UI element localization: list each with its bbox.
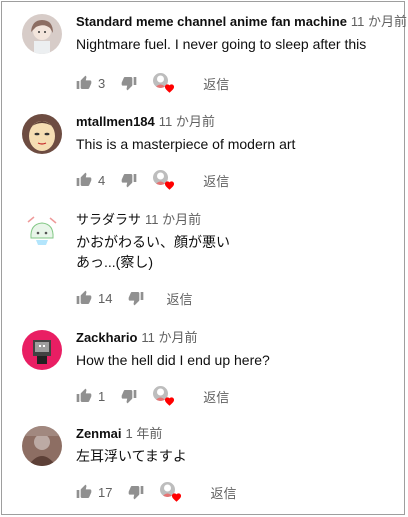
avatar-photo-icon[interactable] <box>22 426 62 466</box>
comment-text-line: かおがわるい、顔が悪い <box>76 234 230 250</box>
thumb-down-icon <box>121 390 137 404</box>
comment-author[interactable]: Zackhario <box>76 330 137 345</box>
reply-button[interactable]: 返信 <box>203 387 229 406</box>
comment-actions: 14 返信 <box>76 288 192 308</box>
thumb-down-icon <box>129 486 144 500</box>
dislike-button[interactable] <box>121 75 137 91</box>
comment-text-line: This is a masterpiece of modern art <box>76 136 296 152</box>
creator-heart-icon <box>160 482 182 502</box>
thumb-down-icon <box>129 292 144 306</box>
like-button[interactable] <box>76 484 92 500</box>
thumb-up-icon <box>76 75 92 89</box>
avatar-chibi-drawing-icon[interactable] <box>22 212 62 252</box>
like-count: 4 <box>98 172 106 188</box>
like-count: 14 <box>98 290 113 306</box>
reply-button[interactable]: 返信 <box>203 74 229 93</box>
comments-panel: Standard meme channel anime fan machine 1… <box>1 1 407 515</box>
creator-heart-icon <box>153 73 175 93</box>
dislike-button[interactable] <box>128 290 144 306</box>
avatar-red-robot-icon[interactable] <box>22 330 62 370</box>
comment-text: 左耳浮いてますよ <box>76 446 396 466</box>
comment-timestamp[interactable]: 11 か月前 <box>351 14 407 29</box>
comment-timestamp[interactable]: 11 か月前 <box>145 212 201 227</box>
like-button[interactable] <box>76 172 92 188</box>
like-button[interactable] <box>76 75 92 91</box>
comment-timestamp[interactable]: 1 年前 <box>126 426 163 441</box>
thumb-up-icon <box>76 290 92 304</box>
comment-actions: 3 返信 <box>76 73 229 93</box>
comment-text-line: あっ...(察し) <box>76 254 153 270</box>
comment-text: かおがわるい、顔が悪い あっ...(察し) <box>76 232 396 272</box>
comment-author[interactable]: mtallmen184 <box>76 114 155 129</box>
reply-button[interactable]: 返信 <box>210 483 236 502</box>
comment-author[interactable]: サラダラサ <box>76 212 141 227</box>
thumb-down-icon <box>121 77 137 91</box>
comment-author[interactable]: Standard meme channel anime fan machine <box>76 14 347 29</box>
comment-text: How the hell did I end up here? <box>76 350 396 370</box>
thumb-down-icon <box>121 174 137 188</box>
creator-heart-icon <box>153 170 175 190</box>
comment-author[interactable]: Zenmai <box>76 426 122 441</box>
reply-button[interactable]: 返信 <box>166 289 192 308</box>
reply-button[interactable]: 返信 <box>203 171 229 190</box>
thumb-up-icon <box>76 172 92 186</box>
like-count: 1 <box>98 388 106 404</box>
avatar-face-drawing-icon[interactable] <box>22 114 62 154</box>
creator-heart-icon <box>153 386 175 406</box>
like-count: 3 <box>98 75 106 91</box>
comment-actions: 1 返信 <box>76 386 229 406</box>
like-button[interactable] <box>76 290 92 306</box>
comment-actions: 4 返信 <box>76 170 229 190</box>
comment-text-line: Nightmare fuel. I never going to sleep a… <box>76 36 367 52</box>
comment-text: Nightmare fuel. I never going to sleep a… <box>76 34 396 54</box>
like-count: 17 <box>98 484 113 500</box>
comment-text-line: 左耳浮いてますよ <box>76 448 187 464</box>
dislike-button[interactable] <box>128 484 144 500</box>
like-button[interactable] <box>76 388 92 404</box>
comment-timestamp[interactable]: 11 か月前 <box>159 114 215 129</box>
comment-actions: 17 返信 <box>76 482 236 502</box>
avatar-anime-girl-icon[interactable] <box>22 14 62 54</box>
dislike-button[interactable] <box>121 388 137 404</box>
dislike-button[interactable] <box>121 172 137 188</box>
thumb-up-icon <box>76 484 92 498</box>
thumb-up-icon <box>76 388 92 402</box>
comment-text: This is a masterpiece of modern art <box>76 134 396 154</box>
comment-text-line: How the hell did I end up here? <box>76 352 270 368</box>
comment-timestamp[interactable]: 11 か月前 <box>141 330 197 345</box>
